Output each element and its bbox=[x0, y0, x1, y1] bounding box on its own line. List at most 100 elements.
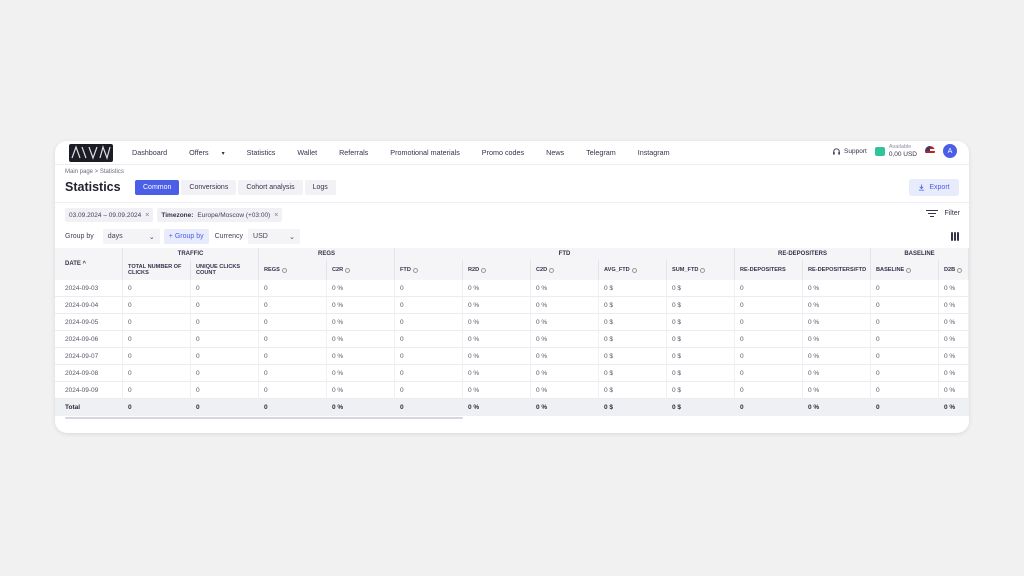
value-cell: 0 bbox=[191, 331, 259, 348]
value-cell: 0 $ bbox=[599, 297, 667, 314]
breadcrumb[interactable]: Main page > Statistics bbox=[65, 169, 124, 175]
value-cell: 0 bbox=[123, 382, 191, 399]
wallet-balance[interactable]: Available 0,00 USD bbox=[874, 144, 917, 158]
value-cell: 0 $ bbox=[599, 348, 667, 365]
info-icon bbox=[412, 267, 418, 273]
add-group-by-button[interactable]: + Group by bbox=[163, 229, 209, 244]
export-button[interactable]: Export bbox=[909, 179, 959, 196]
group-by-select[interactable]: days ⌄ bbox=[102, 229, 160, 244]
nav-item-dashboard[interactable]: Dashboard bbox=[132, 148, 178, 157]
nav-item-referrals[interactable]: Referrals bbox=[339, 148, 379, 157]
value-cell: 0 bbox=[871, 382, 939, 399]
wallet-amount: 0,00 USD bbox=[888, 151, 917, 158]
value-cell: 0 bbox=[735, 331, 803, 348]
value-cell: 0 % bbox=[463, 382, 531, 399]
value-cell: 0 % bbox=[531, 314, 599, 331]
value-cell: 0 bbox=[871, 399, 939, 416]
column-header-label: C2D bbox=[536, 267, 548, 273]
nav-item-offers[interactable]: Offers ▾ bbox=[189, 148, 235, 157]
close-icon[interactable]: × bbox=[145, 212, 149, 219]
info-icon bbox=[481, 267, 487, 273]
value-cell: 0 % bbox=[463, 365, 531, 382]
avatar[interactable]: A bbox=[943, 144, 957, 158]
value-cell: 0 % bbox=[939, 382, 969, 399]
currency-value: USD bbox=[253, 233, 268, 240]
support-link[interactable]: Support bbox=[832, 147, 867, 156]
date-range-chip[interactable]: 03.09.2024 – 09.09.2024 × bbox=[65, 208, 154, 222]
column-header[interactable]: UNIQUE CLICKS COUNT bbox=[191, 260, 259, 280]
value-cell: 0 bbox=[735, 382, 803, 399]
value-cell: 0 bbox=[395, 314, 463, 331]
value-cell: 0 bbox=[395, 280, 463, 297]
column-header[interactable]: REGS bbox=[259, 260, 327, 280]
value-cell: 0 bbox=[735, 297, 803, 314]
user-area: Support Available 0,00 USD A bbox=[832, 144, 957, 158]
timezone-chip[interactable]: Timezone: Europe/Moscow (+03:00) × bbox=[157, 208, 283, 222]
value-cell: 0 % bbox=[531, 348, 599, 365]
tab-common[interactable]: Common bbox=[135, 180, 180, 195]
date-column-header[interactable]: DATE ^ bbox=[55, 248, 123, 280]
tab-logs[interactable]: Logs bbox=[304, 180, 336, 195]
column-header[interactable]: TOTAL NUMBER OF CLICKS bbox=[123, 260, 191, 280]
column-header-label: SUM_FTD bbox=[672, 267, 699, 273]
main-nav: Dashboard Offers ▾ Statistics Wallet Referral… bbox=[132, 148, 692, 157]
value-cell: 0 bbox=[871, 331, 939, 348]
column-header[interactable]: RE-DEPOSITERS bbox=[735, 260, 803, 280]
column-header[interactable]: BASELINE bbox=[871, 260, 939, 280]
value-cell: 0 % bbox=[327, 382, 395, 399]
columns-icon[interactable] bbox=[951, 232, 959, 241]
filter-button[interactable]: Filter bbox=[926, 210, 960, 217]
timezone-label: Timezone: bbox=[161, 211, 194, 219]
table-row: 2024-09-07 0 0 0 0 % 0 0 % 0 % 0 $0 $0 0 % 0 0 % bbox=[55, 348, 969, 365]
nav-item-label: Instagram bbox=[637, 148, 670, 157]
value-cell: 0 % bbox=[327, 280, 395, 297]
column-header[interactable]: SUM_FTD bbox=[667, 260, 735, 280]
nav-item-promo-codes[interactable]: Promo codes bbox=[482, 148, 535, 157]
info-icon bbox=[906, 267, 912, 273]
currency-select[interactable]: USD ⌄ bbox=[248, 229, 301, 244]
value-cell: 0 % bbox=[327, 314, 395, 331]
close-icon[interactable]: × bbox=[274, 212, 278, 219]
nav-item-label: Telegram bbox=[586, 148, 616, 157]
value-cell: 0 bbox=[123, 280, 191, 297]
filter-icon bbox=[926, 210, 939, 217]
chevron-down-icon: ⌄ bbox=[289, 233, 296, 241]
horizontal-scrollbar[interactable] bbox=[65, 417, 463, 419]
column-header[interactable]: C2D bbox=[531, 260, 599, 280]
nav-item-news[interactable]: News bbox=[546, 148, 575, 157]
nav-item-instagram[interactable]: Instagram bbox=[638, 148, 681, 157]
value-cell: 0 % bbox=[327, 348, 395, 365]
value-cell: 0 bbox=[395, 382, 463, 399]
nav-item-statistics[interactable]: Statistics bbox=[247, 148, 287, 157]
us-flag-icon[interactable] bbox=[925, 146, 935, 156]
nav-item-wallet[interactable]: Wallet bbox=[297, 148, 328, 157]
nav-item-promotional-materials[interactable]: Promotional materials bbox=[390, 148, 471, 157]
tab-conversions[interactable]: Conversions bbox=[181, 180, 237, 195]
value-cell: 0 % bbox=[463, 280, 531, 297]
column-header[interactable]: R2D bbox=[463, 260, 531, 280]
column-header[interactable]: AVG_FTD bbox=[599, 260, 667, 280]
info-icon bbox=[631, 267, 637, 273]
column-header[interactable]: RE-DEPOSITERS/FTD bbox=[803, 260, 871, 280]
column-header[interactable]: FTD bbox=[395, 260, 463, 280]
value-cell: 0 % bbox=[327, 331, 395, 348]
column-group-header: BASELINE bbox=[871, 248, 969, 260]
column-group-header: REGS bbox=[259, 248, 395, 260]
column-header[interactable]: C2R bbox=[327, 260, 395, 280]
value-cell: 0 % bbox=[327, 297, 395, 314]
brand-logo[interactable] bbox=[67, 143, 115, 163]
value-cell: 0 $ bbox=[667, 365, 735, 382]
info-icon bbox=[281, 267, 287, 273]
date-cell: 2024-09-03 bbox=[55, 280, 123, 297]
value-cell: 0 bbox=[191, 297, 259, 314]
value-cell: 0 bbox=[871, 297, 939, 314]
nav-item-telegram[interactable]: Telegram bbox=[586, 148, 627, 157]
value-cell: 0 bbox=[871, 280, 939, 297]
column-header-label: RE-DEPOSITERS/FTD bbox=[808, 267, 867, 273]
chevron-down-icon: ⌄ bbox=[148, 233, 155, 241]
table-row: 2024-09-08 0 0 0 0 % 0 0 % 0 % 0 $0 $0 0 % 0 0 % bbox=[55, 365, 969, 382]
column-header-label: UNIQUE CLICKS COUNT bbox=[196, 264, 241, 276]
value-cell: 0 $ bbox=[599, 399, 667, 416]
column-header[interactable]: D2B bbox=[939, 260, 969, 280]
tab-cohort-analysis[interactable]: Cohort analysis bbox=[238, 180, 303, 195]
